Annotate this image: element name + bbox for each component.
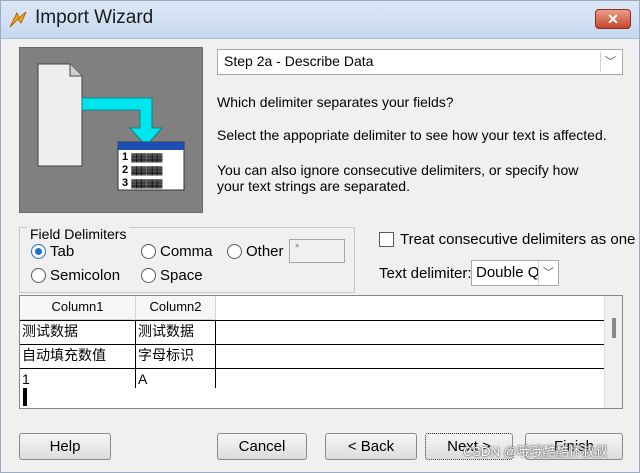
radio-unselected-icon (141, 268, 156, 283)
radio-space-label: Space (160, 267, 203, 284)
data-preview-grid[interactable]: Column1 Column2 测试数据 测试数据 自动填充数值 字母标识 1 … (19, 295, 623, 409)
step-dropdown[interactable]: Step 2a - Describe Data ﹀ (217, 49, 623, 75)
text-delimiter-dropdown[interactable]: Double Q ﹀ (471, 260, 559, 286)
help-button[interactable]: Help (19, 433, 111, 460)
column-header-2[interactable]: Column2 (136, 296, 216, 320)
window-title: Import Wizard (35, 7, 154, 28)
watermark: CSDN @哦哦酷酷怀叔叔 (463, 444, 608, 459)
step-dropdown-value: Step 2a - Describe Data (224, 53, 374, 69)
chevron-down-icon: ﹀ (600, 52, 620, 72)
grid-cell[interactable]: 测试数据 (20, 320, 136, 344)
radio-semicolon[interactable]: Semicolon (31, 267, 120, 284)
import-wizard-window: Import Wizard ✕ 1 ▓▓▓ ▓▓▓ 2 ▓▓▓ ▓▓▓ 3 ▓▓… (0, 0, 640, 473)
instruction-select: Select the appopriate delimiter to see h… (217, 127, 607, 143)
radio-semicolon-label: Semicolon (50, 267, 121, 284)
treat-consecutive-label: Treat consecutive delimiters as one (400, 231, 636, 248)
title-bar: Import Wizard ✕ (1, 1, 639, 39)
grid-cell[interactable]: 字母标识 (136, 344, 216, 368)
radio-comma-label: Comma (160, 243, 213, 260)
field-delimiters-legend: Field Delimiters (27, 226, 130, 242)
radio-other[interactable]: Other (227, 243, 284, 260)
radio-unselected-icon (141, 244, 156, 259)
grid-cell[interactable]: 自动填充数值 (20, 344, 136, 368)
instruction-question: Which delimiter separates your fields? (217, 94, 454, 110)
cancel-button[interactable]: Cancel (217, 433, 307, 460)
app-icon (9, 11, 27, 28)
grid-cell[interactable]: 测试数据 (136, 320, 216, 344)
text-delimiter-label: Text delimiter: (379, 265, 472, 282)
column-header-1[interactable]: Column1 (20, 296, 136, 320)
text-caret (23, 388, 27, 406)
illustration-row-3: 3 ▓▓▓ ▓▓▓ (122, 177, 162, 189)
radio-space[interactable]: Space (141, 267, 203, 284)
text-delimiter-value: Double Q (476, 264, 540, 281)
treat-consecutive-checkbox[interactable]: Treat consecutive delimiters as one (379, 231, 635, 248)
other-delimiter-input[interactable]: * (289, 239, 345, 263)
radio-unselected-icon (227, 244, 242, 259)
radio-tab-label: Tab (50, 243, 75, 260)
import-illustration-graphic (37, 63, 185, 191)
chevron-down-icon: ﹀ (538, 261, 558, 285)
radio-selected-icon (31, 244, 46, 259)
instruction-ignore-line1: You can also ignore consecutive delimite… (217, 162, 579, 178)
scrollbar-thumb[interactable] (612, 318, 616, 338)
instruction-ignore-line2: your text strings are separated. (217, 178, 410, 194)
radio-other-label: Other (246, 243, 284, 260)
radio-comma[interactable]: Comma (141, 243, 213, 260)
grid-cell[interactable]: 1 (20, 368, 136, 388)
grid-cell[interactable]: A (136, 368, 216, 388)
illustration-row-2: 2 ▓▓▓ ▓▓▓ (122, 164, 162, 176)
wizard-illustration: 1 ▓▓▓ ▓▓▓ 2 ▓▓▓ ▓▓▓ 3 ▓▓▓ ▓▓▓ (19, 47, 203, 213)
close-icon: ✕ (607, 11, 619, 27)
checkbox-unchecked-icon (379, 232, 394, 247)
back-button[interactable]: < Back (325, 433, 417, 460)
vertical-scrollbar[interactable] (604, 296, 622, 408)
close-button[interactable]: ✕ (595, 9, 631, 29)
radio-tab[interactable]: Tab (31, 243, 74, 260)
radio-unselected-icon (31, 268, 46, 283)
illustration-row-1: 1 ▓▓▓ ▓▓▓ (122, 151, 162, 163)
